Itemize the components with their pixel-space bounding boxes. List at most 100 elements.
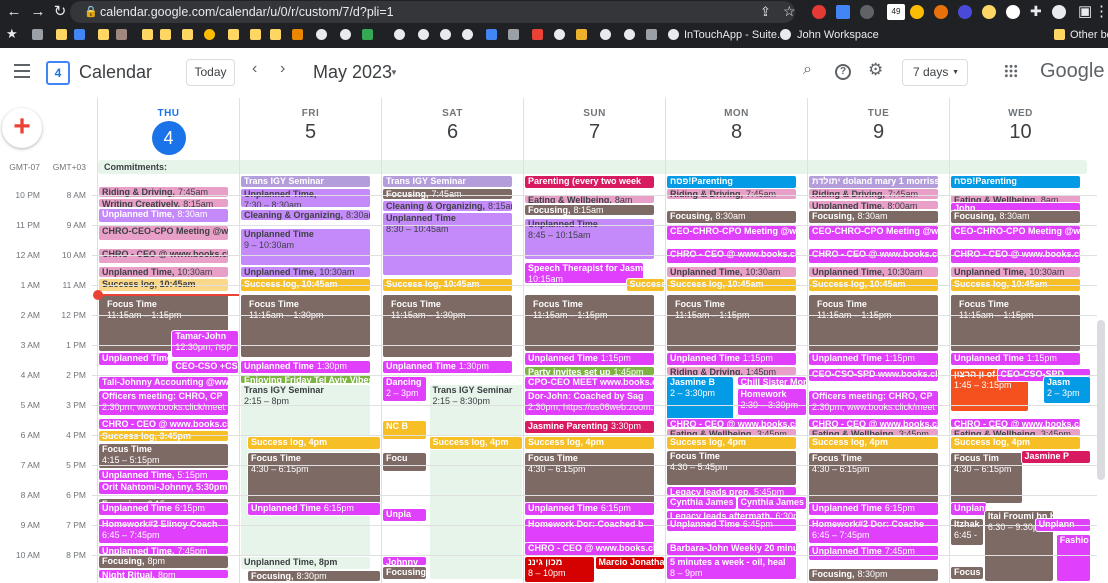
calendar-event[interactable]: מכון גיננ 8 – 10pm [524, 556, 595, 583]
calendar-event[interactable]: Barbara-John Weekly 20 minute [666, 542, 798, 556]
bookmark-icon[interactable] [394, 29, 405, 40]
calendar-event[interactable]: Unplanned Time 1:15pm [950, 352, 1082, 366]
calendar-event[interactable]: Homework#2 Dor: Coache 6:45 – 7:45pm [808, 518, 940, 544]
share-icon[interactable]: ⇪ [760, 4, 771, 20]
calendar-event[interactable]: Unplanned Time 6:15pm [98, 502, 230, 516]
other-bookmarks-folder-icon[interactable] [1054, 29, 1065, 40]
calendar-event[interactable]: Unplanned Time [98, 352, 169, 366]
calendar-event[interactable]: Focus Time 4:30 – 6:15pm [808, 452, 940, 504]
forward-arrow-icon[interactable]: → [28, 2, 48, 22]
bookmark-icon[interactable] [116, 29, 127, 40]
calendar-event[interactable]: CPO-CEO MEET www.books.clic [524, 376, 656, 390]
other-bookmarks[interactable]: Other bo [1070, 27, 1108, 43]
calendar-event[interactable]: Unplanned Time 8:30 – 10:45am [382, 212, 514, 276]
calendar-event[interactable]: CHRO - CEO @ www.books.click [524, 542, 656, 556]
calendar-event[interactable]: Chill Sister Morn [736, 376, 807, 386]
calendar-event[interactable]: Focus Time 11:15am – 1:15pm [666, 294, 798, 352]
calendar-event[interactable]: Parenting (every two week [524, 175, 656, 189]
calendar-event[interactable]: Jasmine B2 – 3:30pm [666, 376, 734, 420]
profile-avatar[interactable] [1052, 5, 1066, 19]
calendar-event[interactable]: Cynthia James [666, 496, 737, 510]
calendar-event[interactable]: Riding & Driving, 7:45am [98, 186, 230, 198]
calendar-event[interactable]: Cleaning & Organizing,8:30am [240, 209, 372, 221]
calendar-event[interactable]: Homework Dor: Coached b [524, 518, 656, 544]
main-menu-icon[interactable] [14, 64, 30, 78]
calendar-event[interactable]: Unplanned Time 9 – 10:30am [240, 228, 372, 266]
calendar-event[interactable]: Focus Time 4:30 – 6:15pm [524, 452, 656, 504]
bookmark-icon[interactable] [204, 29, 215, 40]
bookmark-icon[interactable] [624, 29, 635, 40]
calendar-event[interactable]: Focusing, 8pm [98, 555, 230, 569]
calendar-event[interactable]: Unplanned Time 7:45pm [808, 545, 940, 561]
calendar-event[interactable]: Trans IGY Seminar 2:15 – 8:30pm [428, 384, 523, 580]
calendar-event[interactable]: NC B [382, 420, 428, 440]
calendar-event[interactable]: Unpla [382, 508, 428, 522]
calendar-event[interactable]: Jasm 2 – 3pm [1043, 376, 1091, 404]
view-select[interactable]: 7 days ▼ [902, 59, 968, 86]
calendar-event[interactable]: Focusing, 8:30am [950, 210, 1082, 224]
calendar-event[interactable]: Unplanned Time 1:30pm [382, 360, 514, 374]
calendar-event[interactable]: Focus Time 11:15am – 1:30pm [382, 294, 514, 358]
calendar-event[interactable]: Night Ritual, 8pm [98, 569, 230, 579]
calendar-event[interactable]: Focus Time 11:15am – 1:15pm [950, 294, 1082, 352]
calendar-event[interactable]: Unplanned [950, 502, 987, 516]
calendar-event[interactable]: Success log, 4pm [808, 436, 940, 450]
calendar-event[interactable]: Jasmine P [1020, 450, 1091, 464]
calendar-event[interactable]: CHRO - CEO @ www.books.click [950, 248, 1082, 264]
calendar-event[interactable]: Unplanned Time 6:15pm [808, 502, 940, 516]
slack-icon[interactable] [576, 29, 587, 40]
emoji-icon[interactable] [982, 5, 996, 19]
month-dropdown-icon[interactable]: ▼ [390, 68, 398, 77]
bookmark-icon[interactable] [508, 29, 519, 40]
day-number[interactable]: 4 [151, 121, 186, 155]
bookmark-icon[interactable] [462, 29, 473, 40]
calendar-event[interactable]: Cynthia James [736, 496, 807, 510]
extension-icon[interactable] [812, 5, 826, 19]
bookmark-icon[interactable] [486, 29, 497, 40]
calendar-event[interactable]: Focusing, 7:45am [382, 188, 514, 200]
calendar-event[interactable]: Success log, 3:45pm [98, 430, 230, 442]
calendar-event[interactable]: Riding & Driving, 7:45am [808, 188, 940, 200]
calendar-event[interactable]: Unplanned Time 1:15pm [524, 352, 656, 366]
calendar-event[interactable]: Unplanned Time, 7:45pm [98, 545, 230, 555]
calendar-event[interactable]: פסח!Parenting [950, 175, 1082, 189]
calendar-event[interactable]: Unplanned Time, 8pm [240, 556, 372, 570]
calendar-event[interactable]: Trans IGY Seminar [382, 175, 514, 188]
bookmark-star-icon[interactable]: ★ [6, 26, 18, 42]
calendar-event[interactable]: Riding & Driving, 7:45am [666, 188, 798, 200]
gmail-icon[interactable] [532, 29, 543, 40]
calendar-event[interactable]: Homework 2:30 – 3:30pm [736, 388, 807, 416]
calendar-event[interactable]: Unplanned Time 1:30pm [240, 360, 372, 374]
calendar-event[interactable]: יתולדת doland mary 1 morrisse [808, 175, 940, 189]
calendar-event[interactable]: Trans IGY Seminar [240, 175, 372, 188]
calendar-event[interactable]: CHRO - CEO @ www.books.click/m [98, 418, 230, 430]
bookmark-folder-icon[interactable] [142, 29, 153, 40]
calendar-event[interactable]: Homework#2 Elinoy Coach 6:45 – 7:45pm [98, 518, 230, 544]
calendar-event[interactable]: Orit Nahtomi-Johnny, 5:30pm [98, 481, 230, 495]
calendar-event[interactable]: CHRO - CEO @ www.books.click [808, 248, 940, 264]
bookmark-icon[interactable] [32, 29, 43, 40]
gear-extension-icon[interactable] [958, 5, 972, 19]
calendar-event[interactable]: פסח!Parenting [666, 175, 798, 189]
calendar-event[interactable]: Fashio n show Mauric io [1055, 534, 1091, 582]
calendar-event[interactable]: Focus Time 11:15am – 1:15pm [524, 294, 656, 352]
calendar-event[interactable]: Focus Time 11:15am – 1:15pm [808, 294, 940, 352]
reload-icon[interactable]: ↻ [50, 2, 70, 22]
calendar-event[interactable]: Unplanned Time, 10:30am [98, 266, 230, 278]
mic-icon[interactable] [860, 5, 874, 19]
bulb-icon[interactable] [910, 5, 924, 19]
calendar-event[interactable]: Dancing 2 – 3pm [382, 376, 428, 402]
calendar-event[interactable]: Unplanned Time 6:15pm [524, 502, 656, 516]
bookmark-icon[interactable] [340, 29, 351, 40]
bookmark-folder-icon[interactable] [182, 29, 193, 40]
bookmark-icon[interactable] [74, 29, 85, 40]
bookmark-intouchapp[interactable]: InTouchApp - Suite... [684, 27, 786, 43]
calendar-event[interactable]: 5 minutes a week - oil, heal 8 – 9pm [666, 556, 798, 580]
bookmark-icon[interactable] [316, 29, 327, 40]
bookmark-icon[interactable] [646, 29, 657, 40]
bookmark-folder-icon[interactable] [270, 29, 281, 40]
calendar-event[interactable]: Focusing, 8:30pm [808, 568, 940, 582]
more-vert-icon[interactable]: ⋮ [1094, 2, 1108, 20]
prev-week-chevron-icon[interactable]: ‹ [252, 60, 257, 78]
next-week-chevron-icon[interactable]: › [280, 60, 285, 78]
